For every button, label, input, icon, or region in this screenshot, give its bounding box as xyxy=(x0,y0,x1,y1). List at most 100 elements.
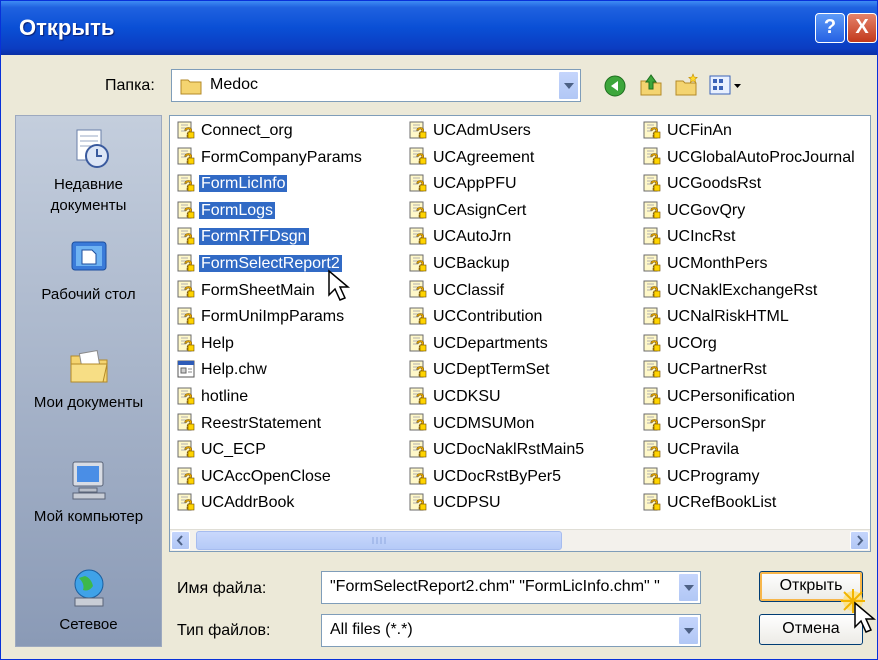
file-item[interactable]: ? UCAutoJrn xyxy=(408,226,513,248)
folder-dropdown-arrow[interactable] xyxy=(558,71,579,100)
up-folder-icon[interactable] xyxy=(639,73,663,97)
file-item[interactable]: ? UCPartnerRst xyxy=(642,359,769,381)
recent-documents-icon xyxy=(76,129,109,168)
help-file-icon: ? xyxy=(643,334,661,353)
place-my-documents[interactable]: Мои документы xyxy=(16,344,161,413)
file-item[interactable]: ? UCAddrBook xyxy=(176,492,296,514)
file-item-label: hotline xyxy=(201,388,249,405)
file-item[interactable]: ? UCPersonification xyxy=(642,386,797,408)
help-file-icon: ? xyxy=(643,174,661,193)
file-item[interactable]: Help.chw xyxy=(176,359,269,381)
file-item[interactable]: ? UCNaklExchangeRst xyxy=(642,280,819,302)
places-bar: Недавние документы Рабочий стол Мои доку… xyxy=(15,115,162,647)
file-item[interactable]: ? UCAppPFU xyxy=(408,173,519,195)
file-item[interactable]: ? UCAdmUsers xyxy=(408,120,533,142)
place-recent[interactable]: Недавние документы xyxy=(16,126,161,216)
file-item[interactable]: ? FormCompanyParams xyxy=(176,147,364,169)
file-item[interactable]: ? UCDepartments xyxy=(408,333,550,355)
file-item-label: UCAdmUsers xyxy=(433,122,531,139)
help-button[interactable]: ? xyxy=(815,13,845,43)
file-item[interactable]: ? UCProgramy xyxy=(642,466,761,488)
file-item[interactable]: ? FormUniImpParams xyxy=(176,306,346,328)
file-item[interactable]: ? UCGovQry xyxy=(642,200,747,222)
filename-input[interactable]: "FormSelectReport2.chm" "FormLicInfo.chm… xyxy=(330,578,676,596)
file-item[interactable]: ? UCAsignCert xyxy=(408,200,528,222)
horizontal-scrollbar[interactable] xyxy=(170,529,870,551)
help-file-icon: ? xyxy=(409,254,427,273)
click-highlight-icon xyxy=(841,589,877,633)
file-item[interactable]: ? Help xyxy=(176,333,236,355)
help-file-icon: ? xyxy=(643,413,661,432)
file-item[interactable]: ? UCPravila xyxy=(642,439,741,461)
scroll-right-arrow[interactable] xyxy=(850,531,869,550)
file-item[interactable]: ? UCOrg xyxy=(642,333,719,355)
help-file-icon: ? xyxy=(643,387,661,406)
file-item-label: UCPersonSpr xyxy=(667,414,766,432)
file-item[interactable]: ? UCBackup xyxy=(408,253,511,275)
my-computer-icon xyxy=(72,461,105,500)
file-item-label: UCDKSU xyxy=(433,388,501,405)
help-file-icon: ? xyxy=(643,201,661,220)
view-menu-icon[interactable] xyxy=(709,75,745,97)
file-item-label: UCOrg xyxy=(667,334,717,352)
file-item[interactable]: ?FormLicInfo xyxy=(176,173,288,195)
file-item[interactable]: ? UCPersonSpr xyxy=(642,413,768,435)
place-my-computer-label: Мой компьютер xyxy=(33,508,144,525)
new-folder-icon[interactable] xyxy=(674,73,700,97)
help-file-icon: ? xyxy=(409,334,427,353)
file-item[interactable]: ? UCDMSUMon xyxy=(408,413,536,435)
file-item[interactable]: ? UCContribution xyxy=(408,306,544,328)
file-item[interactable]: ? UCGoodsRst xyxy=(642,173,763,195)
filename-label: Имя файла: xyxy=(177,580,267,597)
folder-icon xyxy=(180,79,202,95)
file-item[interactable]: ? UCDPSU xyxy=(408,492,503,514)
file-item[interactable]: ? FormSheetMain xyxy=(176,280,317,302)
file-item-label: UCBackup xyxy=(433,255,510,272)
file-item[interactable]: ? UCNalRiskHTML xyxy=(642,306,791,328)
file-item[interactable]: ? ReestrStatement xyxy=(176,413,323,435)
file-item-label: UCGoodsRst xyxy=(667,175,762,193)
file-item[interactable]: ? UCAgreement xyxy=(408,147,536,169)
chevron-right-icon xyxy=(857,535,864,546)
place-network[interactable]: Сетевое xyxy=(16,566,161,635)
scroll-left-arrow[interactable] xyxy=(171,531,190,550)
file-item[interactable]: ? UCFinAn xyxy=(642,120,734,142)
file-item[interactable]: ? UCDocNaklRstMain5 xyxy=(408,439,586,461)
help-file-icon: ? xyxy=(643,227,661,246)
place-desktop[interactable]: Рабочий стол xyxy=(16,236,161,305)
filename-dropdown-arrow[interactable] xyxy=(678,573,699,602)
file-item-label: UCPartnerRst xyxy=(667,361,767,379)
file-item[interactable]: ? UC_ECP xyxy=(176,439,268,461)
file-item[interactable]: ? Connect_org xyxy=(176,120,295,142)
file-item[interactable]: ? UCAccOpenClose xyxy=(176,466,333,488)
file-item[interactable]: ?FormLogs xyxy=(176,200,276,222)
filetype-dropdown-arrow[interactable] xyxy=(678,616,699,645)
close-button[interactable]: X xyxy=(847,13,877,43)
title-bar[interactable]: Открыть ? X xyxy=(1,1,877,55)
filename-combobox[interactable]: "FormSelectReport2.chm" "FormLicInfo.chm… xyxy=(321,571,701,604)
file-item[interactable]: ?FormSelectReport2 xyxy=(176,253,343,275)
file-item[interactable]: ? UCRefBookList xyxy=(642,492,778,514)
back-icon[interactable] xyxy=(604,75,626,97)
scroll-thumb[interactable] xyxy=(196,531,562,550)
file-item[interactable]: ? hotline xyxy=(176,386,250,408)
help-file-icon: ? xyxy=(177,121,195,140)
file-list[interactable]: ?Connect_org?FormCompanyParams?FormLicIn… xyxy=(169,115,871,552)
file-item[interactable]: ? UCClassif xyxy=(408,280,506,302)
filetype-combobox[interactable]: All files (*.*) xyxy=(321,614,701,647)
file-item-label: FormCompanyParams xyxy=(201,148,362,166)
help-file-icon: ? xyxy=(409,121,427,140)
file-item[interactable]: ? UCIncRst xyxy=(642,226,737,248)
file-item[interactable]: ? UCDKSU xyxy=(408,386,503,408)
file-item[interactable]: ? UCMonthPers xyxy=(642,253,769,275)
file-item[interactable]: ? UCDeptTermSet xyxy=(408,359,551,381)
folder-combobox[interactable]: Medoc xyxy=(171,69,581,102)
help-file-icon: ? xyxy=(643,254,661,273)
file-item[interactable]: ? UCGlobalAutoProcJournal xyxy=(642,147,857,169)
file-item[interactable]: ?FormRTFDsgn xyxy=(176,226,309,248)
file-item-label: UCClassif xyxy=(433,281,505,299)
file-item-label: UCProgramy xyxy=(667,467,760,485)
help-file-icon: ? xyxy=(177,440,195,459)
file-item[interactable]: ? UCDocRstByPer5 xyxy=(408,466,563,488)
place-my-computer[interactable]: Мой компьютер xyxy=(16,458,161,527)
